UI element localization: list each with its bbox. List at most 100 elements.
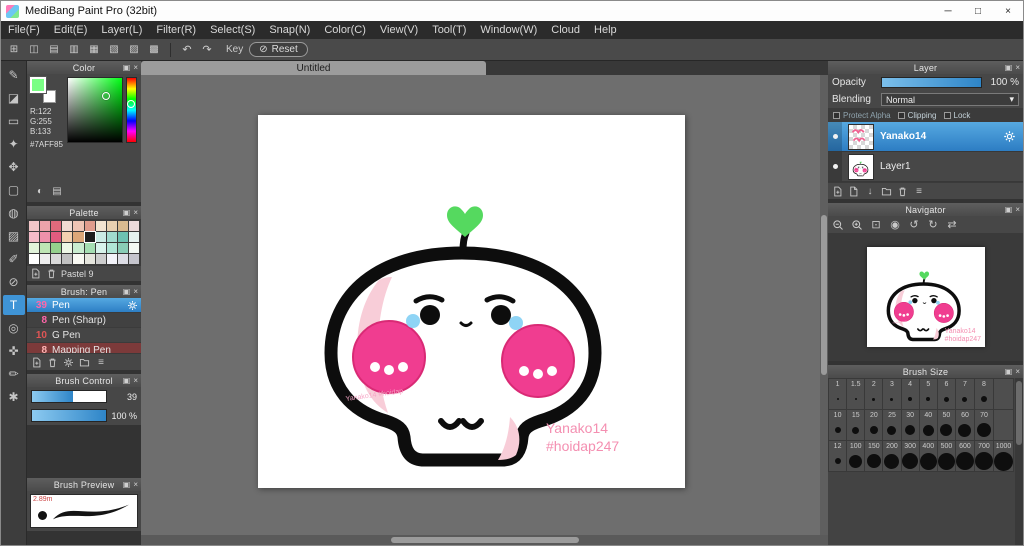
text-tool[interactable]: T [2, 295, 25, 315]
menu-item-help[interactable]: Help [587, 21, 624, 39]
palette-swatch[interactable] [51, 232, 62, 242]
brush-size-cell[interactable]: 1000 [993, 441, 1013, 471]
blending-select[interactable]: Normal ▾ [881, 93, 1019, 106]
panel-close-icon[interactable]: × [133, 376, 138, 385]
layer-option-protect-alpha[interactable]: Protect Alpha [833, 111, 891, 120]
palette-swatch[interactable] [128, 221, 139, 231]
panel-dock-icon[interactable]: ▣ [1005, 63, 1013, 72]
panel-dock-icon[interactable]: ▣ [123, 63, 131, 72]
brush-item-pen-sharp-[interactable]: 8 Pen (Sharp) [27, 313, 141, 328]
vertical-scroll-thumb[interactable] [821, 215, 827, 375]
rotate-right-icon[interactable]: ↻ [927, 219, 939, 231]
brush-size-cell[interactable]: 150 [865, 441, 883, 471]
brush-size-cell[interactable]: 8 [974, 379, 993, 409]
open-icon[interactable]: ▤ [45, 44, 63, 56]
canvas-tab[interactable]: Untitled [141, 61, 486, 75]
panel-close-icon[interactable]: × [133, 287, 138, 296]
zoom-out-icon[interactable] [832, 219, 844, 231]
palette-swatch[interactable] [95, 243, 106, 253]
brush-size-cell[interactable]: 400 [919, 441, 937, 471]
brush-size-cell[interactable]: 4 [901, 379, 919, 409]
actual-size-icon[interactable]: ◉ [889, 219, 901, 231]
add-layer-icon[interactable] [832, 186, 843, 197]
palette-swatch[interactable] [62, 254, 73, 264]
menu-item-filter[interactable]: Filter(R) [149, 21, 203, 39]
fit-window-icon[interactable]: ⊡ [870, 219, 882, 231]
palette-swatch[interactable] [73, 221, 84, 231]
brush-size-cell[interactable]: 30 [901, 410, 919, 440]
marquee-select-tool[interactable]: ▭ [3, 111, 25, 131]
brush-size-cell[interactable]: 200 [883, 441, 901, 471]
brush-folder-icon[interactable] [79, 357, 90, 368]
palette-swatch[interactable] [106, 254, 117, 264]
zoom-in-icon[interactable] [851, 219, 863, 231]
panel-dock-icon[interactable]: ▣ [1005, 205, 1013, 214]
canvas-horizontal-scrollbar[interactable] [141, 535, 828, 545]
brush-size-slider[interactable] [31, 390, 107, 403]
brush-size-cell[interactable]: 50 [937, 410, 955, 440]
hand-tool[interactable]: ✱ [3, 387, 25, 407]
layer-row-layer1[interactable]: Layer1 [828, 152, 1023, 182]
palette-swatch[interactable] [40, 232, 51, 242]
brush-size-cell[interactable]: 10 [829, 410, 847, 440]
palette-swatch[interactable] [117, 232, 128, 242]
canvas-viewport[interactable]: Yanako14 #hoidap247 [141, 75, 828, 535]
brush-size-scroll-thumb[interactable] [1016, 381, 1022, 445]
sv-cursor[interactable] [102, 92, 110, 100]
zoom-tool[interactable]: ◎ [3, 318, 25, 338]
panel-close-icon[interactable]: × [133, 480, 138, 489]
new-canvas-icon[interactable]: ⊞ [5, 44, 23, 56]
layer-folder-icon[interactable] [881, 186, 892, 197]
palette-swatch[interactable] [128, 254, 139, 264]
undo-icon[interactable]: ↶ [178, 41, 196, 59]
guide-icon[interactable]: ▩ [145, 44, 163, 56]
panel-dock-icon[interactable]: ▣ [123, 376, 131, 385]
menu-item-select[interactable]: Select(S) [203, 21, 262, 39]
palette-swatch[interactable] [29, 232, 40, 242]
palette-swatch[interactable] [40, 221, 51, 231]
layer-option-lock[interactable]: Lock [943, 111, 970, 120]
material-panel-icon[interactable]: ▨ [125, 44, 143, 56]
move-tool[interactable]: ✥ [3, 157, 25, 177]
brush-size-cell[interactable]: 600 [955, 441, 974, 471]
panel-close-icon[interactable]: × [1015, 367, 1020, 376]
rotate-left-icon[interactable]: ↺ [908, 219, 920, 231]
brush-size-cell[interactable]: 1.5 [847, 379, 865, 409]
palette-swatch[interactable] [51, 243, 62, 253]
brush-menu-icon[interactable]: ≡ [95, 356, 107, 368]
palette-swatch[interactable] [95, 232, 106, 242]
brush-size-cell[interactable]: 25 [883, 410, 901, 440]
add-palette-icon[interactable] [30, 268, 41, 279]
brush-size-cell[interactable]: 20 [865, 410, 883, 440]
panel-close-icon[interactable]: × [1015, 63, 1020, 72]
snap-grid-icon[interactable]: ▧ [105, 44, 123, 56]
foreground-swatch[interactable] [29, 76, 47, 94]
palette-swatch[interactable] [51, 221, 62, 231]
brush-size-cell[interactable]: 300 [901, 441, 919, 471]
brush-size-cell[interactable]: 100 [847, 441, 865, 471]
layer-visibility-toggle[interactable] [828, 152, 842, 181]
menu-item-tool[interactable]: Tool(T) [425, 21, 473, 39]
brush-settings-gear-icon[interactable] [127, 300, 138, 311]
export-icon[interactable]: ▥ [65, 44, 83, 56]
layer-visibility-toggle[interactable] [828, 122, 842, 151]
close-button[interactable]: × [993, 1, 1023, 21]
palette-swatch[interactable] [117, 243, 128, 253]
flip-horizontal-icon[interactable]: ⇄ [946, 219, 958, 231]
add-brush-icon[interactable] [31, 357, 42, 368]
select-eraser-tool[interactable]: ⊘ [3, 272, 25, 292]
palette-swatch[interactable] [40, 243, 51, 253]
palette-name[interactable]: Pastel 9 [61, 269, 94, 279]
brush-size-cell[interactable]: 6 [937, 379, 955, 409]
panel-dock-icon[interactable]: ▣ [1005, 367, 1013, 376]
menu-item-window[interactable]: Window(W) [473, 21, 544, 39]
panel-divide-tool[interactable]: ✏ [3, 364, 25, 384]
palette-swatch[interactable] [29, 243, 40, 253]
palette-swatch[interactable] [117, 254, 128, 264]
menu-item-color[interactable]: Color(C) [317, 21, 373, 39]
palette-swatch[interactable] [117, 221, 128, 231]
panel-dock-icon[interactable]: ▣ [123, 208, 131, 217]
color-wheel-icon[interactable]: ◐ [34, 185, 46, 197]
layer-option-clipping[interactable]: Clipping [897, 111, 937, 120]
duplicate-layer-icon[interactable] [848, 186, 859, 197]
